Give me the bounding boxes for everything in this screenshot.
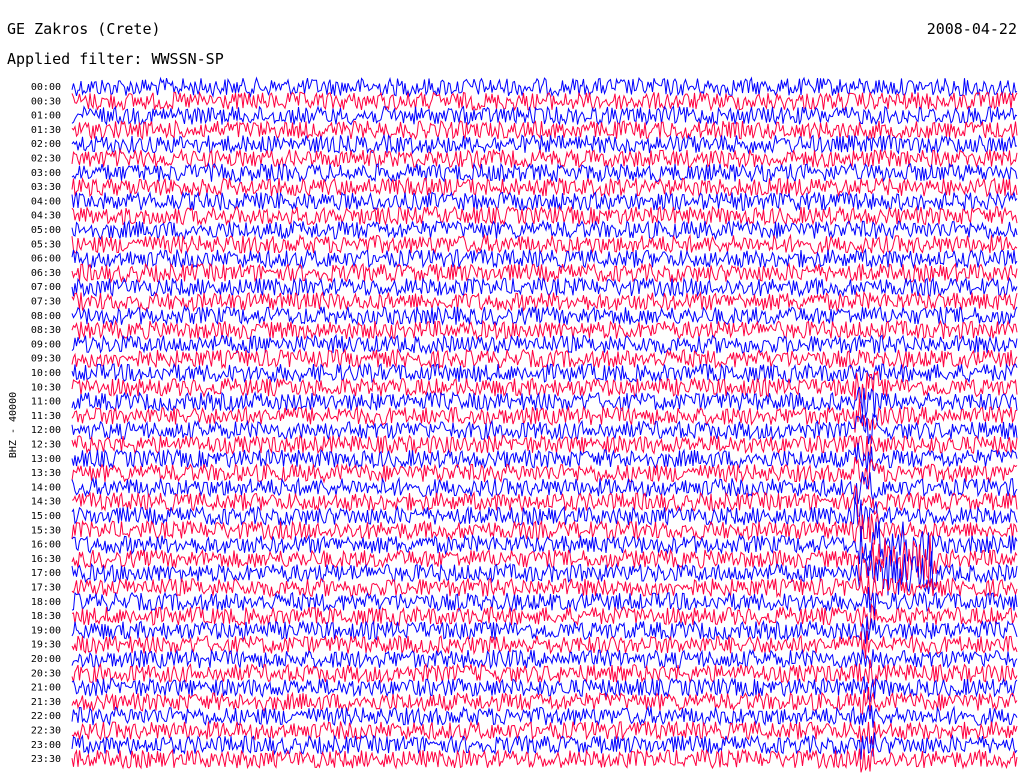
trace-row-0500 xyxy=(71,219,1018,241)
trace-row-0330 xyxy=(71,176,1018,198)
tick-label: 16:00 xyxy=(31,540,61,551)
tick-label: 18:00 xyxy=(31,597,61,608)
tick-label: 08:00 xyxy=(31,311,61,322)
tick-label: 06:30 xyxy=(31,268,61,279)
tick-label: 08:30 xyxy=(31,325,61,336)
tick-label: 22:30 xyxy=(31,726,61,737)
y-axis-label: BHZ - 40000 xyxy=(8,392,19,458)
helicorder-plot: 00:00 00:30 01:00 01:30 02:00 02:30 03:00 03:30… xyxy=(8,76,1018,773)
trace-row-0600 xyxy=(71,248,1018,270)
tick-label: 17:30 xyxy=(31,583,61,594)
tick-label: 02:00 xyxy=(31,139,61,150)
trace-row-0000 xyxy=(71,76,1018,98)
tick-label: 09:00 xyxy=(31,339,61,350)
tick-label: 20:00 xyxy=(31,654,61,665)
seismic-traces xyxy=(71,76,1018,773)
tick-label: 01:00 xyxy=(31,111,61,122)
tick-label: 23:30 xyxy=(31,754,61,765)
tick-label: 05:30 xyxy=(31,239,61,250)
tick-label: 11:30 xyxy=(31,411,61,422)
tick-label: 05:00 xyxy=(31,225,61,236)
trace-row-2330 xyxy=(71,748,1018,773)
tick-label: 09:30 xyxy=(31,354,61,365)
tick-label: 02:30 xyxy=(31,154,61,165)
tick-label: 04:30 xyxy=(31,211,61,222)
tick-label: 06:00 xyxy=(31,254,61,265)
tick-label: 10:00 xyxy=(31,368,61,379)
tick-label: 19:30 xyxy=(31,640,61,651)
tick-label: 04:00 xyxy=(31,196,61,207)
trace-row-0030 xyxy=(71,90,1018,112)
trace-row-0100 xyxy=(71,105,1018,127)
tick-label: 15:30 xyxy=(31,525,61,536)
tick-label: 17:00 xyxy=(31,568,61,579)
tick-label: 07:30 xyxy=(31,297,61,308)
tick-label: 13:30 xyxy=(31,468,61,479)
trace-row-2000 xyxy=(71,648,1018,670)
tick-label: 03:00 xyxy=(31,168,61,179)
tick-label: 16:30 xyxy=(31,554,61,565)
trace-row-0800 xyxy=(71,305,1018,327)
trace-row-0900 xyxy=(71,333,1018,356)
trace-row-0930 xyxy=(71,348,1018,370)
tick-label: 14:30 xyxy=(31,497,61,508)
tick-label: 00:00 xyxy=(31,82,61,93)
tick-label: 03:30 xyxy=(31,182,61,193)
trace-row-0430 xyxy=(71,205,1018,227)
trace-row-0630 xyxy=(71,262,1018,284)
tick-label: 13:00 xyxy=(31,454,61,465)
tick-label: 15:00 xyxy=(31,511,61,522)
tick-label: 21:00 xyxy=(31,683,61,694)
tick-label: 12:30 xyxy=(31,440,61,451)
tick-label: 14:00 xyxy=(31,482,61,493)
tick-label: 10:30 xyxy=(31,382,61,393)
trace-row-0700 xyxy=(71,276,1018,298)
tick-label: 23:00 xyxy=(31,740,61,751)
tick-label: 21:30 xyxy=(31,697,61,708)
tick-label: 00:30 xyxy=(31,96,61,107)
trace-row-2300 xyxy=(71,732,1018,760)
trace-row-0530 xyxy=(71,233,1018,255)
tick-label: 20:30 xyxy=(31,668,61,679)
tick-label: 01:30 xyxy=(31,125,61,136)
time-tick-labels: 00:00 00:30 01:00 01:30 02:00 02:30 03:00 03:30… xyxy=(31,82,61,765)
tick-label: 12:00 xyxy=(31,425,61,436)
tick-label: 11:00 xyxy=(31,397,61,408)
tick-label: 18:30 xyxy=(31,611,61,622)
trace-row-0730 xyxy=(71,290,1018,313)
tick-label: 07:00 xyxy=(31,282,61,293)
tick-label: 22:00 xyxy=(31,711,61,722)
trace-row-0400 xyxy=(71,190,1018,212)
tick-label: 19:00 xyxy=(31,625,61,636)
